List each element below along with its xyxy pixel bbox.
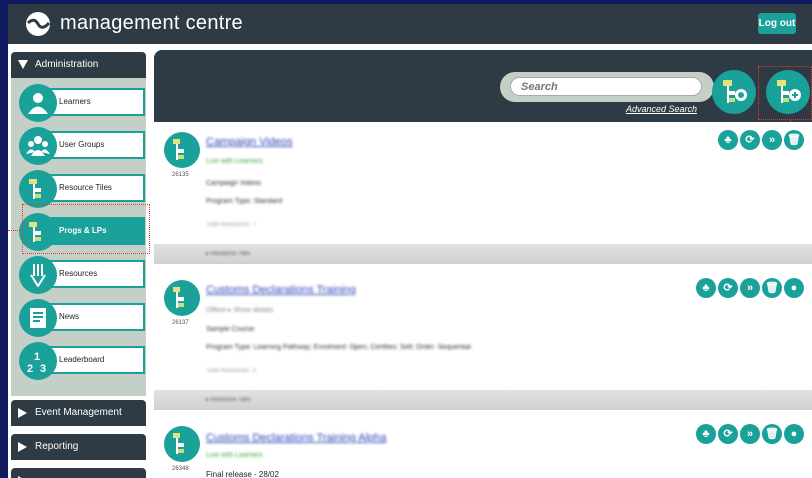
tiles-icon (19, 170, 57, 208)
programme-id: 26348 (172, 466, 189, 472)
refresh-icon[interactable]: ⟳ (718, 278, 738, 298)
list-item: 26348 Customs Declarations Training Alph… (154, 418, 812, 478)
sidebar-section-more[interactable] (11, 468, 146, 478)
user-icon[interactable]: ● (784, 424, 804, 444)
search-bar (500, 72, 714, 102)
programme-status: Live with Learners (206, 158, 263, 165)
trash-icon[interactable]: 🗑 (762, 424, 782, 444)
programme-id: 26137 (172, 320, 189, 326)
sidebar-item-label: News (59, 312, 80, 321)
chevron-right-icon (18, 442, 27, 452)
programme-type: Program Type: Learning Pathway; Enrolmen… (206, 344, 471, 351)
chevron-double-right-icon[interactable]: » (740, 278, 760, 298)
sidebar-item-resources[interactable]: Resources (19, 256, 145, 294)
advanced-search-link[interactable]: Advanced Search (626, 104, 697, 114)
programme-title-link[interactable]: Customs Declarations Training Alpha (206, 432, 386, 444)
programme-resource-count: Total Resources: 7 (206, 222, 256, 228)
users-icon (19, 127, 57, 165)
programme-description: Final release - 28/02 (206, 470, 279, 478)
chevron-down-icon (18, 60, 28, 69)
sidebar-item-resource-tiles[interactable]: Resource Tiles (19, 170, 145, 208)
programme-title-link[interactable]: Campaign Videos (206, 136, 293, 148)
trash-icon[interactable]: 🗑 (784, 130, 804, 150)
list-item: 26135 Campaign Videos Live with Learners… (154, 122, 812, 268)
sidebar-section-reporting[interactable]: Reporting (11, 434, 146, 460)
svg-text:3: 3 (40, 363, 46, 373)
resource-tiles-toggle[interactable]: ▸ Resource Tiles (154, 390, 812, 410)
app-window: management centre Log out Administration… (8, 4, 812, 478)
sidebar-item-label: User Groups (59, 140, 105, 149)
sidebar-item-label: Leaderboard (59, 355, 105, 364)
users-icon[interactable]: ♣ (696, 424, 716, 444)
highlight-progs-lps (22, 204, 150, 254)
programme-id: 26135 (172, 172, 189, 178)
chevron-double-right-icon[interactable]: » (762, 130, 782, 150)
chevron-right-icon (18, 408, 27, 418)
sidebar-item-news[interactable]: News (19, 299, 145, 337)
refresh-icon[interactable]: ⟳ (740, 130, 760, 150)
search-input[interactable] (510, 77, 702, 96)
main-header: Advanced Search (154, 50, 812, 122)
programme-description: Campaign Videos (206, 180, 262, 187)
user-icon[interactable]: ● (784, 278, 804, 298)
users-icon[interactable]: ♣ (696, 278, 716, 298)
sidebar-item-leaderboard[interactable]: Leaderboard 123 (19, 342, 145, 380)
svg-text:2: 2 (27, 363, 33, 373)
trash-icon[interactable]: 🗑 (762, 278, 782, 298)
programme-icon (164, 132, 200, 168)
refresh-icon[interactable]: ⟳ (718, 424, 738, 444)
logout-button[interactable]: Log out (758, 13, 796, 34)
programme-icon (164, 426, 200, 462)
programme-actions: ♣ ⟳ » 🗑 ● (696, 278, 808, 298)
programme-title-link[interactable]: Customs Declarations Training (206, 284, 356, 296)
user-icon (19, 84, 57, 122)
programme-type: Program Type: Standard (206, 198, 283, 205)
sidebar-section-administration[interactable]: Administration (11, 52, 146, 78)
chevron-double-right-icon[interactable]: » (740, 424, 760, 444)
sidebar-item-label: Learners (59, 97, 91, 106)
sidebar-item-label: Resources (59, 269, 98, 278)
programme-actions: ♣ ⟳ » 🗑 ● (696, 424, 808, 444)
programme-list: 26135 Campaign Videos Live with Learners… (154, 122, 812, 478)
sidebar-item-user-groups[interactable]: User Groups (19, 127, 145, 165)
top-bar: management centre Log out (8, 4, 812, 44)
programme-resource-count: Total Resources: 3 (206, 368, 256, 374)
svg-text:1: 1 (34, 351, 40, 363)
wave-logo-icon (26, 12, 51, 36)
list-item: 26137 Customs Declarations Training Offl… (154, 270, 812, 416)
resource-tiles-label: ▸ Resource Tiles (206, 397, 251, 403)
programme-icon (164, 280, 200, 316)
programme-status: Offline ▸ Show details (206, 307, 274, 314)
resource-tiles-label: ▸ Resource Tiles (206, 251, 251, 257)
highlight-add-programme (758, 66, 812, 120)
search-programme-button[interactable] (712, 70, 756, 114)
programme-status: Live with Learners (206, 452, 263, 459)
resources-icon (19, 256, 57, 294)
sidebar-section-label: Reporting (35, 441, 79, 452)
highlight-connector (8, 230, 22, 231)
programme-description: Sample Course (206, 326, 255, 333)
leaderboard-icon: 123 (19, 342, 57, 380)
resource-tiles-toggle[interactable]: ▸ Resource Tiles (154, 244, 812, 264)
news-icon (19, 299, 57, 337)
programme-actions: ♣ ⟳ » 🗑 (718, 130, 808, 150)
sidebar-section-label: Administration (35, 59, 99, 70)
sidebar-item-label: Resource Tiles (59, 183, 112, 192)
sidebar-section-event-management[interactable]: Event Management (11, 400, 146, 426)
sidebar-section-label: Event Management (35, 407, 122, 418)
search-programme-icon (723, 80, 747, 103)
app-title: management centre (60, 12, 243, 34)
sidebar-item-learners[interactable]: Learners (19, 84, 145, 122)
users-icon[interactable]: ♣ (718, 130, 738, 150)
